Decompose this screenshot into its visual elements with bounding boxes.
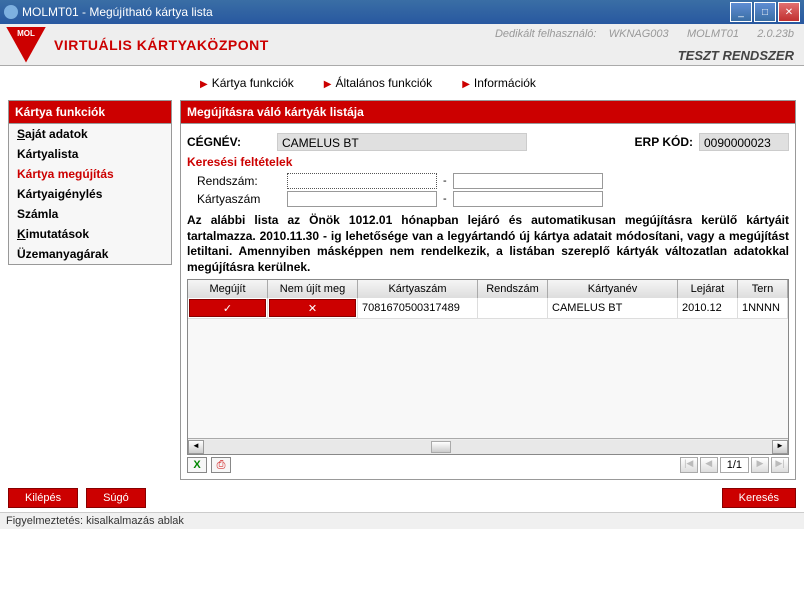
col-nem-ujit[interactable]: Nem újít meg <box>268 280 358 298</box>
grid-toolbar: X ⎙ |◀ ◀ 1/1 ▶ ▶| <box>187 457 789 473</box>
scroll-left-button[interactable]: ◄ <box>188 440 204 454</box>
sidebar-item-kartya-megujitas[interactable]: Kártya megújítás <box>9 164 171 184</box>
header-banner: VIRTUÁLIS KÁRTYAKÖZPONT Dedikált felhasz… <box>0 24 804 66</box>
exit-button[interactable]: Kilépés <box>8 488 78 508</box>
search-criteria-title: Keresési feltételek <box>187 155 789 169</box>
cards-grid: Megújít Nem újít meg Kártyaszám Rendszám… <box>187 279 789 455</box>
maximize-button[interactable]: □ <box>754 2 776 22</box>
sidebar-item-kartyalista[interactable]: Kártyalista <box>9 144 171 164</box>
tab-altalanos-funkciok[interactable]: ▶Általános funkciók <box>324 76 432 90</box>
rendszam-label: Rendszám: <box>187 174 287 188</box>
info-text: Az alábbi lista az Önök 1012.01 hónapban… <box>187 213 789 275</box>
page-indicator: 1/1 <box>720 457 749 473</box>
tab-informaciok[interactable]: ▶Információk <box>462 76 536 90</box>
cell-term: 1NNNN <box>738 298 788 318</box>
cell-kartyanev: CAMELUS BT <box>548 298 678 318</box>
print-icon[interactable]: ⎙ <box>211 457 231 473</box>
grid-empty-area <box>188 318 788 438</box>
dash: - <box>437 193 453 205</box>
first-page-button[interactable]: |◀ <box>680 457 698 473</box>
col-rendszam[interactable]: Rendszám <box>478 280 548 298</box>
page-title: Megújításra váló kártyák listája <box>180 100 796 124</box>
rendszam-to-input[interactable] <box>453 173 603 189</box>
col-megujit[interactable]: Megújít <box>188 280 268 298</box>
col-kartyanev[interactable]: Kártyanév <box>548 280 678 298</box>
col-lejarat[interactable]: Lejárat <box>678 280 738 298</box>
excel-export-icon[interactable]: X <box>187 457 207 473</box>
sidebar-item-szamla[interactable]: Számla <box>9 204 171 224</box>
system-brand: TESZT RENDSZER <box>678 48 794 63</box>
arrow-icon: ▶ <box>200 79 208 90</box>
next-page-button[interactable]: ▶ <box>751 457 769 473</box>
cell-rendszam <box>478 298 548 318</box>
status-bar: Figyelmeztetés: kisalkalmazás ablak <box>0 512 804 529</box>
kartyaszam-from-input[interactable] <box>287 191 437 207</box>
minimize-button[interactable]: _ <box>730 2 752 22</box>
grid-header: Megújít Nem újít meg Kártyaszám Rendszám… <box>188 280 788 298</box>
sidebar-item-sajat-adatok[interactable]: Saját adatok <box>9 124 171 144</box>
cell-kartyaszam: 7081670500317489 <box>358 298 478 318</box>
prev-page-button[interactable]: ◀ <box>700 457 718 473</box>
rendszam-from-input[interactable] <box>287 173 437 189</box>
arrow-icon: ▶ <box>324 79 332 90</box>
close-button[interactable]: ✕ <box>778 2 800 22</box>
erp-code-value: 0090000023 <box>699 133 789 151</box>
company-name-label: CÉGNÉV: <box>187 135 277 149</box>
horizontal-scrollbar: ◄ ► <box>188 438 788 454</box>
sidebar-menu: Saját adatok Kártyalista Kártya megújítá… <box>8 124 172 265</box>
table-row: ✓ ✕ 7081670500317489 CAMELUS BT 2010.12 … <box>188 298 788 318</box>
footer-bar: Kilépés Súgó Keresés <box>0 480 804 512</box>
sidebar-item-kimutatasok[interactable]: Kimutatások <box>9 224 171 244</box>
col-kartyaszam[interactable]: Kártyaszám <box>358 280 478 298</box>
mol-logo <box>6 27 46 63</box>
scroll-right-button[interactable]: ► <box>772 440 788 454</box>
main-panel: Megújításra váló kártyák listája CÉGNÉV:… <box>180 100 796 480</box>
dash: - <box>437 175 453 187</box>
user-value: WKNAG003 <box>609 28 669 40</box>
titlebar: MOLMT01 - Megújítható kártya lista _ □ ✕ <box>0 0 804 24</box>
erp-code-label: ERP KÓD: <box>635 135 693 149</box>
help-button[interactable]: Súgó <box>86 488 146 508</box>
col-term[interactable]: Tern <box>738 280 788 298</box>
cell-lejarat: 2010.12 <box>678 298 738 318</box>
kartyaszam-label: Kártyaszám <box>187 192 287 206</box>
scroll-track[interactable] <box>204 440 772 454</box>
sidebar: Kártya funkciók Saját adatok Kártyalista… <box>8 100 172 480</box>
arrow-icon: ▶ <box>462 79 470 90</box>
not-renew-button[interactable]: ✕ <box>269 299 356 317</box>
sidebar-title: Kártya funkciók <box>8 100 172 124</box>
app-icon <box>4 5 18 19</box>
kartyaszam-to-input[interactable] <box>453 191 603 207</box>
sidebar-item-uzemanyagarak[interactable]: Üzemanyagárak <box>9 244 171 264</box>
window-title: MOLMT01 - Megújítható kártya lista <box>22 5 730 19</box>
version-value: 2.0.23b <box>757 28 794 40</box>
search-button[interactable]: Keresés <box>722 488 796 508</box>
user-label: Dedikált felhasználó: <box>495 28 597 40</box>
renew-button[interactable]: ✓ <box>189 299 266 317</box>
tab-kartya-funkciok[interactable]: ▶Kártya funkciók <box>200 76 294 90</box>
main-tabs: ▶Kártya funkciók ▶Általános funkciók ▶In… <box>0 66 804 100</box>
app-name: VIRTUÁLIS KÁRTYAKÖZPONT <box>54 37 269 53</box>
scroll-thumb[interactable] <box>431 441 451 453</box>
last-page-button[interactable]: ▶| <box>771 457 789 473</box>
company-name-value: CAMELUS BT <box>277 133 527 151</box>
header-meta: Dedikált felhasználó: WKNAG003 MOLMT01 2… <box>495 28 794 40</box>
terminal-value: MOLMT01 <box>687 28 739 40</box>
sidebar-item-kartyaigenyles[interactable]: Kártyaigénylés <box>9 184 171 204</box>
